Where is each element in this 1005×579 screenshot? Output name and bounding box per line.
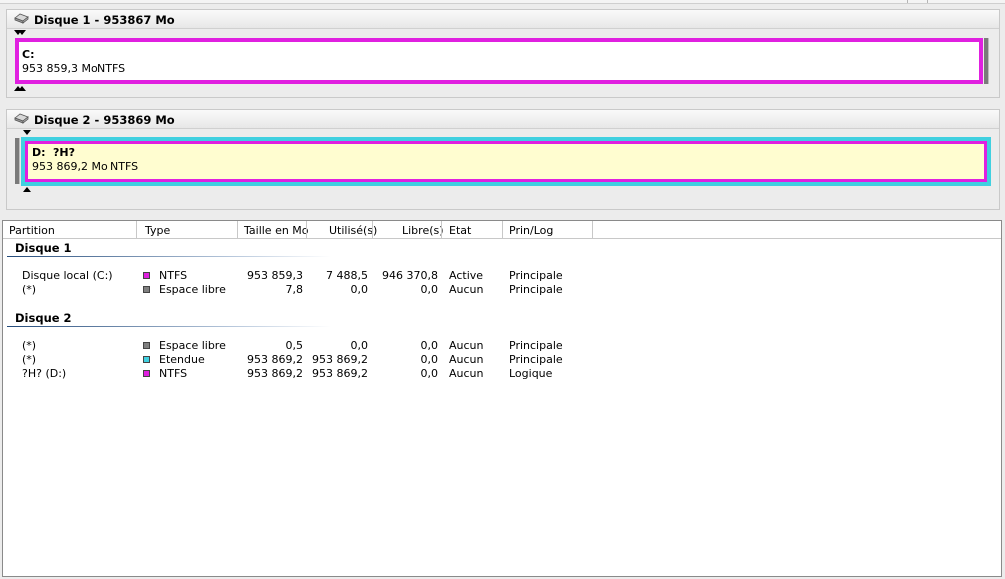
divider — [907, 0, 908, 3]
partition-letter: C: — [22, 48, 35, 61]
partition-letter: D: — [32, 146, 46, 159]
disk-1-partition-c[interactable]: C: 953 859,3 Mo NTFS — [15, 38, 983, 84]
cell-state: Aucun — [449, 283, 484, 296]
column-header-primlog[interactable]: Prin/Log — [509, 224, 553, 237]
cell-state: Aucun — [449, 367, 484, 380]
cell-type: NTFS — [159, 367, 188, 380]
column-header-type[interactable]: Type — [145, 224, 170, 237]
cell-primlog: Principale — [509, 353, 563, 366]
cell-partition: Disque local (C:) — [22, 269, 113, 282]
column-header-free[interactable]: Libre(s) — [402, 224, 444, 237]
hard-disk-icon — [14, 113, 29, 124]
cell-used: 953 869,2 — [312, 353, 368, 366]
list-header: Partition Type Taille en Mo Utilisé(s) L… — [3, 221, 1001, 239]
type-color-swatch — [143, 286, 150, 293]
cell-size: 7,8 — [285, 283, 304, 296]
cell-primlog: Principale — [509, 339, 563, 352]
cell-partition: (*) — [22, 353, 37, 366]
cell-primlog: Principale — [509, 269, 563, 282]
cell-size: 953 869,2 — [247, 353, 303, 366]
divider — [927, 0, 928, 3]
cell-size: 0,5 — [285, 339, 304, 352]
cell-primlog: Logique — [509, 367, 553, 380]
column-divider[interactable] — [237, 221, 238, 238]
cell-free: 0,0 — [420, 353, 439, 366]
partition-fs: NTFS — [97, 62, 126, 75]
group-title-disk-2: Disque 2 — [15, 311, 72, 325]
partition-list[interactable]: Partition Type Taille en Mo Utilisé(s) L… — [2, 220, 1002, 577]
cell-primlog: Principale — [509, 283, 563, 296]
cell-type: NTFS — [159, 269, 188, 282]
cell-type: Espace libre — [159, 339, 226, 352]
cell-size: 953 869,2 — [247, 367, 303, 380]
table-row[interactable]: (*) Espace libre 7,8 0,0 0,0 Aucun Princ… — [3, 283, 1001, 297]
cell-state: Active — [449, 269, 484, 282]
disk-2-title: Disque 2 - 953869 Mo — [34, 113, 175, 127]
cell-free: 0,0 — [420, 283, 439, 296]
column-header-partition[interactable]: Partition — [9, 224, 55, 237]
cell-type: Etendue — [159, 353, 205, 366]
disk-1-resize-handle[interactable] — [984, 38, 989, 84]
cell-partition: (*) — [22, 283, 37, 296]
top-border — [0, 0, 1005, 4]
table-row[interactable]: Disque local (C:) NTFS 953 859,3 7 488,5… — [3, 269, 1001, 283]
cell-free: 0,0 — [420, 339, 439, 352]
cell-type: Espace libre — [159, 283, 226, 296]
disk-1-header: Disque 1 - 953867 Mo — [7, 10, 999, 29]
group-title-disk-1: Disque 1 — [15, 241, 72, 255]
cell-size: 953 859,3 — [247, 269, 303, 282]
column-header-state[interactable]: Etat — [449, 224, 471, 237]
cell-partition: (*) — [22, 339, 37, 352]
partition-label: ?H? — [53, 146, 75, 159]
cell-used: 953 869,2 — [312, 367, 368, 380]
disk-2-extended-partition[interactable]: D: ?H? 953 869,2 Mo NTFS — [21, 137, 991, 186]
partition-start-marker-icon — [18, 30, 26, 35]
partition-fs: NTFS — [110, 160, 139, 173]
partition-size: 953 859,3 Mo — [22, 62, 98, 75]
disk-2-partition-d[interactable]: D: ?H? 953 869,2 Mo NTFS — [25, 141, 987, 182]
table-row[interactable]: (*) Espace libre 0,5 0,0 0,0 Aucun Princ… — [3, 339, 1001, 353]
type-color-swatch — [143, 272, 150, 279]
column-divider[interactable] — [441, 221, 442, 238]
column-divider[interactable] — [306, 221, 307, 238]
disk-1-title: Disque 1 - 953867 Mo — [34, 13, 175, 27]
partition-end-marker-icon — [23, 187, 31, 192]
hard-disk-icon — [14, 13, 29, 24]
partition-end-marker-icon — [18, 86, 26, 91]
disk-2-panel: Disque 2 - 953869 Mo D: ?H? 953 869,2 Mo… — [6, 109, 1000, 210]
partition-size: 953 869,2 Mo — [32, 160, 108, 173]
cell-partition: ?H? (D:) — [22, 367, 67, 380]
cell-state: Aucun — [449, 353, 484, 366]
type-color-swatch — [143, 342, 150, 349]
group-separator — [7, 256, 331, 257]
column-header-size[interactable]: Taille en Mo — [244, 224, 309, 237]
column-divider[interactable] — [372, 221, 373, 238]
cell-free: 0,0 — [420, 367, 439, 380]
type-color-swatch — [143, 356, 150, 363]
disk-2-header: Disque 2 - 953869 Mo — [7, 110, 999, 129]
cell-used: 7 488,5 — [326, 269, 368, 282]
cell-state: Aucun — [449, 339, 484, 352]
type-color-swatch — [143, 370, 150, 377]
column-divider[interactable] — [592, 221, 593, 238]
column-divider[interactable] — [502, 221, 503, 238]
column-header-used[interactable]: Utilisé(s) — [329, 224, 377, 237]
table-row[interactable]: (*) Etendue 953 869,2 953 869,2 0,0 Aucu… — [3, 353, 1001, 367]
free-space-sliver — [15, 138, 20, 184]
cell-used: 0,0 — [350, 339, 369, 352]
disk-1-panel: Disque 1 - 953867 Mo C: 953 859,3 Mo NTF… — [6, 9, 1000, 98]
partition-start-marker-icon — [23, 130, 31, 135]
group-separator — [7, 326, 331, 327]
table-row[interactable]: ?H? (D:) NTFS 953 869,2 953 869,2 0,0 Au… — [3, 367, 1001, 381]
cell-free: 946 370,8 — [382, 269, 438, 282]
cell-used: 0,0 — [350, 283, 369, 296]
column-divider[interactable] — [136, 221, 137, 238]
